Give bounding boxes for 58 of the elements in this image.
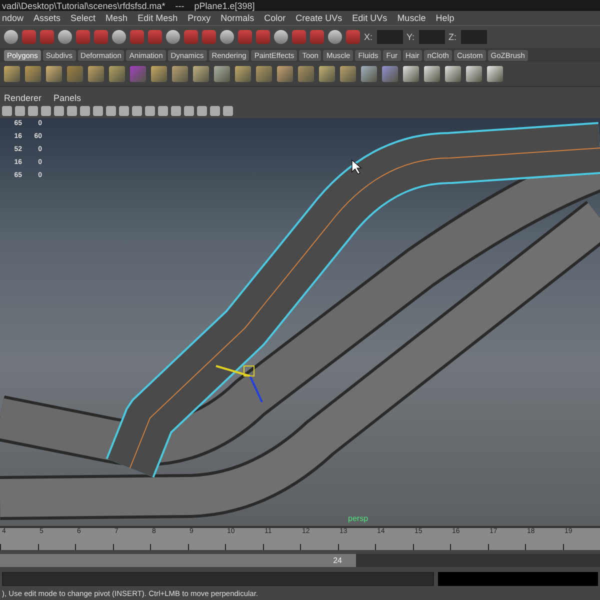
field-label: Y: — [406, 32, 415, 42]
shelf-tool-icon[interactable] — [487, 66, 503, 82]
shelf-tool-icon[interactable] — [298, 66, 314, 82]
menu-item[interactable]: Help — [436, 13, 454, 23]
window-title: vadi\Desktop\Tutorial\scenes\rfdsfsd.ma* — [2, 0, 166, 10]
toolbar-tool-icon[interactable] — [58, 30, 72, 44]
shelf-tool-icon[interactable] — [67, 66, 83, 82]
shelf-tool-icon[interactable] — [193, 66, 209, 82]
shelf-tool-icon[interactable] — [235, 66, 251, 82]
shelf-tool-icon[interactable] — [256, 66, 272, 82]
shelf-tool-icon[interactable] — [382, 66, 398, 82]
menu-item[interactable]: ndow — [2, 13, 24, 23]
shelf-tool-icon[interactable] — [466, 66, 482, 82]
cursor-icon — [352, 159, 362, 174]
move-manipulator-icon[interactable] — [216, 365, 263, 402]
shelf-tool-icon[interactable] — [445, 66, 461, 82]
coordinate-field[interactable] — [376, 30, 403, 44]
menu-item[interactable]: Proxy — [188, 13, 211, 23]
toolbar-tool-icon[interactable] — [112, 30, 126, 44]
menu-item[interactable]: Normals — [220, 13, 254, 23]
shelf-tool-icon[interactable] — [340, 66, 356, 82]
toolbar-tool-icon[interactable] — [328, 30, 342, 44]
shelf-tool-icon[interactable] — [319, 66, 335, 82]
field-label: Z: — [448, 32, 457, 42]
command-line-field[interactable] — [2, 572, 434, 586]
shelf-tool-icon[interactable] — [46, 66, 62, 82]
shelf-tool-icon[interactable] — [151, 66, 167, 82]
shelf-tool-icon[interactable] — [172, 66, 188, 82]
menu-item[interactable]: Muscle — [397, 13, 426, 23]
menu-item[interactable]: Edit UVs — [352, 13, 388, 23]
range-slider-bar[interactable]: 24 — [0, 554, 356, 567]
shelf-tool-icon[interactable] — [109, 66, 125, 82]
shelf-tool-icon[interactable] — [88, 66, 104, 82]
field-label: X: — [364, 32, 373, 42]
shelf-tool-icon[interactable] — [4, 66, 20, 82]
shelf-tool-icon[interactable] — [424, 66, 440, 82]
shelf-tool-icon[interactable] — [25, 66, 41, 82]
selection-name: pPlane1.e[398] — [194, 0, 255, 10]
menu-item[interactable]: Mesh — [106, 13, 128, 23]
toolbar-tool-icon[interactable] — [166, 30, 180, 44]
shelf-tool-icon[interactable] — [214, 66, 230, 82]
shelf-tool-icon[interactable] — [361, 66, 377, 82]
menu-item[interactable]: Select — [70, 13, 96, 23]
title-separator: --- — [175, 0, 184, 10]
menu-item[interactable]: Color — [264, 13, 286, 23]
panel-menu-item[interactable]: Panels — [54, 92, 82, 102]
shelf-tool-icon[interactable] — [277, 66, 293, 82]
coordinate-field[interactable] — [460, 30, 487, 44]
toolbar-tool-icon[interactable] — [274, 30, 288, 44]
coordinate-field[interactable] — [418, 30, 445, 44]
camera-label: persp — [348, 514, 368, 523]
toolbar-tool-icon[interactable] — [220, 30, 234, 44]
menu-item[interactable]: Create UVs — [296, 13, 342, 23]
panel-menu-item[interactable]: Renderer — [4, 92, 42, 102]
shelf-tool-icon[interactable] — [403, 66, 419, 82]
menu-item[interactable]: Assets — [34, 13, 61, 23]
toolbar-tool-icon[interactable] — [4, 30, 18, 44]
menu-item[interactable]: Edit Mesh — [138, 13, 178, 23]
